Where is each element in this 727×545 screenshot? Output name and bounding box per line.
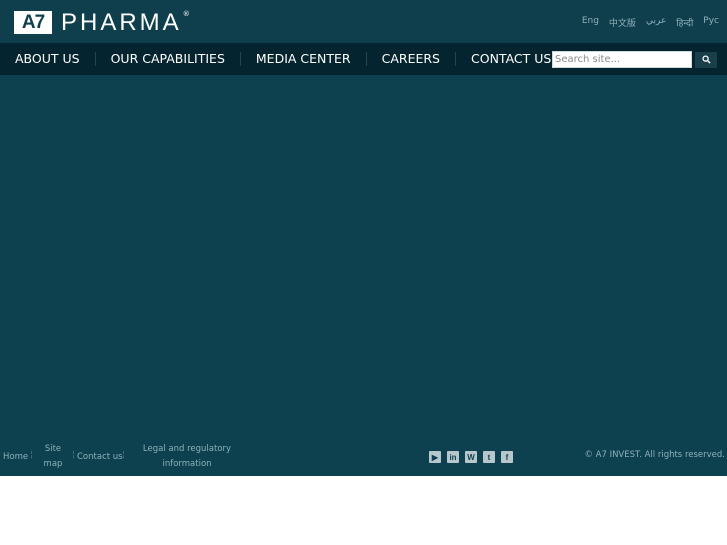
logo-text: PHARMA — [61, 9, 182, 36]
lang-hindi[interactable]: हिन्दी — [676, 16, 693, 29]
search-input[interactable] — [552, 51, 692, 68]
search-box — [552, 51, 717, 68]
search-icon — [701, 55, 711, 64]
nav-contact-us[interactable]: CONTACT US — [456, 52, 568, 66]
nav-careers[interactable]: CAREERS — [367, 52, 456, 66]
lang-chinese[interactable]: 中文版 — [609, 16, 636, 29]
registered-mark: ® — [182, 9, 190, 18]
lang-russian[interactable]: Рус — [703, 16, 719, 29]
footer-separator: ¦ — [30, 450, 34, 460]
nav-about-us[interactable]: ABOUT US — [0, 52, 96, 66]
copyright-text: © A7 INVEST. All rights reserved. — [584, 450, 725, 460]
lang-arabic[interactable]: عربي — [646, 16, 666, 29]
search-button[interactable] — [695, 51, 717, 68]
main-nav: ABOUT US OUR CAPABILITIES MEDIA CENTER C… — [0, 43, 727, 75]
footer-sitemap-link[interactable]: Site map — [38, 442, 68, 472]
logo-box: A7 — [14, 11, 52, 34]
nav-media-center[interactable]: MEDIA CENTER — [241, 52, 367, 66]
lang-english[interactable]: Eng — [582, 16, 599, 29]
twitter-icon[interactable]: t — [483, 451, 495, 463]
facebook-icon[interactable]: f — [501, 451, 513, 463]
footer-contact-link[interactable]: Contact us — [77, 450, 123, 465]
wordpress-icon[interactable]: W — [465, 451, 477, 463]
header: A7 PHARMA ® Eng 中文版 عربي हिन्दी Рус — [0, 0, 727, 43]
nav-our-capabilities[interactable]: OUR CAPABILITIES — [96, 52, 241, 66]
footer: Home ¦ Site map ¦ Contact us ¦ Legal and… — [0, 440, 727, 476]
linkedin-icon[interactable]: in — [447, 451, 459, 463]
page-background: A7 PHARMA ® Eng 中文版 عربي हिन्दी Рус ABOU… — [0, 0, 727, 476]
footer-separator: ¦ — [122, 450, 126, 460]
footer-separator: ¦ — [72, 450, 76, 460]
social-links: ▶ in W t f — [429, 451, 513, 463]
logo[interactable]: A7 PHARMA ® — [14, 9, 190, 36]
youtube-icon[interactable]: ▶ — [429, 451, 441, 463]
language-switcher: Eng 中文版 عربي हिन्दी Рус — [582, 16, 719, 29]
footer-home-link[interactable]: Home — [3, 450, 28, 465]
footer-legal-link[interactable]: Legal and regulatory information — [137, 442, 237, 472]
